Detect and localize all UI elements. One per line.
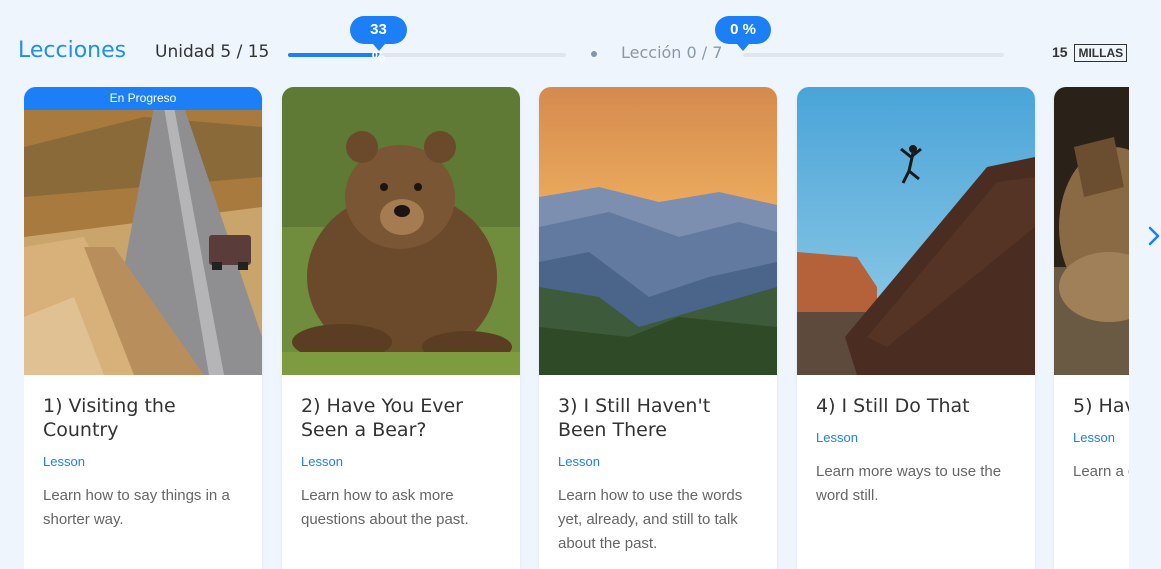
- lesson-title: 3) I Still Haven't Been There: [558, 395, 711, 441]
- lessons-header: Lecciones Unidad 5 / 15 33 % Lección 0 /…: [0, 0, 1161, 80]
- lesson-type-label: Lesson: [816, 430, 858, 445]
- lesson-card-3[interactable]: 3) I Still Haven't Been There Lesson Lea…: [539, 87, 777, 569]
- lesson-title: 1) Visiting the Country: [43, 395, 176, 441]
- miles-value: 15: [1052, 44, 1068, 60]
- bear-image: [282, 87, 520, 375]
- unit-progress-bubble: 33 %: [350, 16, 407, 66]
- lesson-counter: Lección 0 / 7: [621, 43, 723, 62]
- lesson-card-5[interactable]: 5) Hav Lesson Learn a questio: [1054, 87, 1129, 569]
- lesson-type-label: Lesson: [43, 454, 85, 469]
- chevron-right-icon[interactable]: [1146, 224, 1161, 248]
- unit-counter: Unidad 5 / 15: [155, 42, 270, 62]
- lesson-description: Learn more ways to use the word still.: [816, 463, 1002, 504]
- lesson-title: 4) I Still Do That: [816, 395, 970, 417]
- lesson-description: Learn how to say things in a shorter way…: [43, 487, 230, 528]
- lesson-description: Learn a questio: [1073, 463, 1129, 480]
- miles-unit: MILLAS: [1074, 44, 1128, 62]
- lessons-carousel: En Progreso 1) Visiting the Country Less…: [24, 87, 1129, 569]
- lesson-type-label: Lesson: [301, 454, 343, 469]
- in-progress-badge: En Progreso: [24, 87, 262, 110]
- lesson-progress-bubble: 0 %: [715, 16, 771, 51]
- country-road-image: [24, 87, 262, 375]
- lesson-type-label: Lesson: [558, 454, 600, 469]
- lesson-type-label: Lesson: [1073, 430, 1115, 445]
- cliff-jump-image: [797, 87, 1035, 375]
- page-title: Lecciones: [18, 38, 127, 63]
- lesson-card-2[interactable]: 2) Have You Ever Seen a Bear? Lesson Lea…: [282, 87, 520, 569]
- lesson-card-4[interactable]: 4) I Still Do That Lesson Learn more way…: [797, 87, 1035, 569]
- lesson-title: 5) Hav: [1073, 395, 1129, 417]
- lesson-title: 2) Have You Ever Seen a Bear?: [301, 395, 463, 441]
- boot-image: [1054, 87, 1129, 375]
- lesson-card-1[interactable]: En Progreso 1) Visiting the Country Less…: [24, 87, 262, 569]
- separator-dot: [591, 51, 597, 57]
- mountains-image: [539, 87, 777, 375]
- unit-progress-fill: [288, 53, 380, 57]
- unit-progress-bar: [288, 53, 566, 57]
- lesson-description: Learn how to ask more questions about th…: [301, 487, 469, 528]
- miles-counter: 15 MILLAS: [1052, 44, 1128, 62]
- lesson-progress-bar: [743, 53, 1004, 57]
- lesson-description: Learn how to use the words yet, already,…: [558, 487, 743, 552]
